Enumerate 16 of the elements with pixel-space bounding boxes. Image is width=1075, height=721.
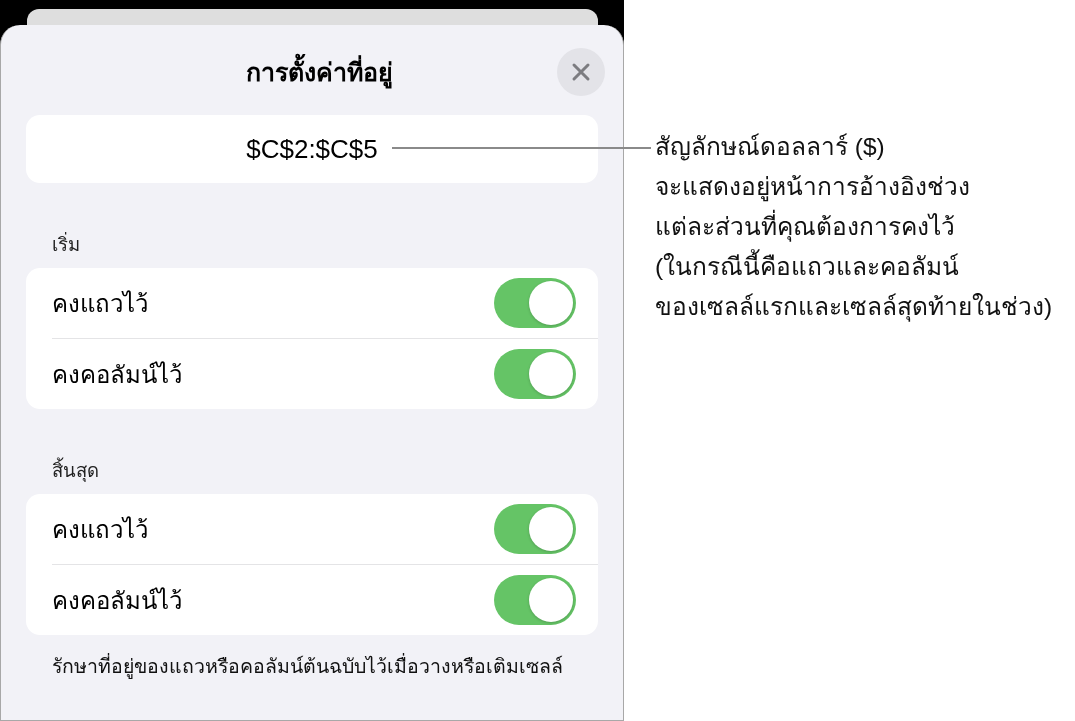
toggle-switch[interactable] [494,278,576,328]
sheet-title: การตั้งค่าที่อยู่ [245,52,393,92]
toggle-switch[interactable] [494,349,576,399]
address-field[interactable]: $C$2:$C$5 [26,115,598,183]
section-header: สิ้นสุด [26,458,598,483]
close-icon [571,62,591,82]
row-label: คงแถวไว้ [52,288,148,319]
section-header: เริ่ม [51,232,81,257]
callout-text: สัญลักษณ์ดอลลาร์ ($) จะแสดงอยู่หน้าการอ้างอิงช่วง แต่ละส่วนที่คุณต้องการคงไว้ (ในกรณีนี้คือแถวและคอลัมน์ ของเซลล์แรกและเซลล์สุดท้ายในช่วง) [655,132,1054,324]
row-label: คงคอลัมน์ไว้ [52,359,182,390]
row-label: คงคอลัมน์ไว้ [52,585,182,616]
row-label: คงแถวไว้ [52,514,148,545]
toggle-switch[interactable] [494,575,576,625]
footnote-text: รักษาที่อยู่ของแถวหรือคอลัมน์ต้นฉบับไว้เมื่อวางหรือเติมเซลล์ [51,653,564,679]
toggle-switch[interactable] [494,504,576,554]
close-button[interactable] [557,48,605,96]
